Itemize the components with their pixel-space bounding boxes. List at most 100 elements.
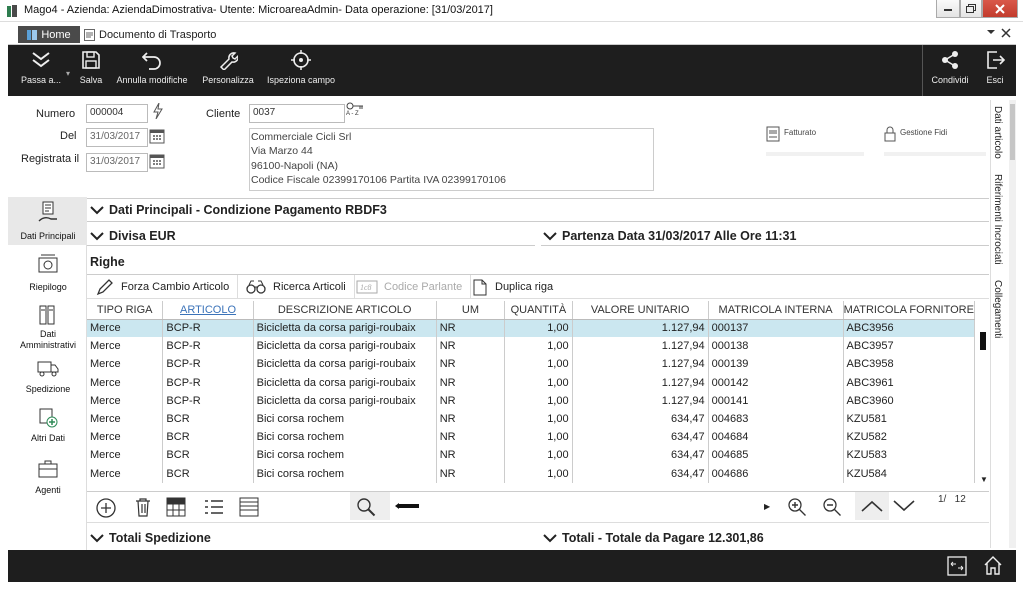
nav-agenti[interactable]: Agenti (13, 459, 83, 495)
table-cell[interactable]: NR (436, 319, 506, 338)
scroll-right-icon[interactable]: ▶ (764, 502, 770, 511)
table-cell[interactable]: Merce (87, 464, 164, 483)
section-dati-principali[interactable]: Dati Principali - Condizione Pagamento R… (90, 203, 387, 217)
table-cell[interactable]: 634,47 (572, 446, 709, 465)
gestione-fidi-button[interactable]: Gestione Fidi (884, 126, 986, 156)
table-row[interactable]: Merce BCP-R Bicicletta da corsa parigi-rou… (87, 355, 976, 374)
table-cell[interactable]: BCP-R (162, 391, 254, 410)
table-cell[interactable]: 000141 (708, 391, 844, 410)
del-date-field[interactable]: 31/03/2017 (86, 128, 148, 147)
section-partenza[interactable]: Partenza Data 31/03/2017 Alle Ore 11:31 (543, 229, 796, 243)
table-cell[interactable]: 1,00 (504, 464, 573, 483)
fatturato-button[interactable]: Fatturato (766, 126, 864, 156)
col-header[interactable]: QUANTITÀ (504, 301, 573, 320)
numero-field[interactable]: 000004 (86, 104, 148, 123)
nav-riepilogo[interactable]: Riepilogo (13, 254, 83, 292)
forza-cambio-button[interactable]: Forza Cambio Articolo (87, 275, 239, 299)
table-cell[interactable]: 004685 (708, 446, 844, 465)
trash-icon[interactable] (134, 497, 152, 517)
table-cell[interactable]: Bici corsa rochem (253, 446, 437, 465)
duplica-riga-button[interactable]: Duplica riga (463, 275, 561, 299)
col-header[interactable]: VALORE UNITARIO (572, 301, 709, 320)
share-button[interactable]: Condividi (928, 45, 972, 96)
table-cell[interactable]: Bicicletta da corsa parigi-roubaix (253, 355, 437, 374)
nav-dati-amministrativi[interactable]: Dati Amministrativi (13, 304, 83, 351)
inspect-field-button[interactable]: Ispeziona campo (264, 45, 338, 96)
home-icon[interactable] (983, 555, 1003, 575)
zoom-in-icon[interactable] (787, 497, 807, 517)
table-cell[interactable]: KZU581 (843, 409, 976, 429)
table-cell[interactable]: NR (436, 446, 506, 465)
table-row[interactable]: Merce BCR Bici corsa rochem NR 1,00 634,47 004… (87, 409, 976, 429)
tab-dropdown-icon[interactable] (986, 28, 996, 36)
table-cell[interactable]: Merce (87, 391, 164, 410)
table-cell[interactable]: 634,47 (572, 409, 709, 429)
lightning-icon[interactable] (153, 103, 163, 119)
table-cell[interactable]: BCP-R (162, 355, 254, 374)
table-cell[interactable]: BCR (162, 428, 254, 447)
table-cell[interactable]: Bicicletta da corsa parigi-roubaix (253, 373, 437, 392)
table-cell[interactable]: 000137 (708, 319, 844, 338)
table-cell[interactable]: Bicicletta da corsa parigi-roubaix (253, 391, 437, 410)
table-cell[interactable]: Bicicletta da corsa parigi-roubaix (253, 319, 437, 338)
table-cell[interactable]: BCR (162, 446, 254, 465)
table-cell[interactable]: KZU584 (843, 464, 976, 483)
table-cell[interactable]: 1,00 (504, 373, 573, 392)
registrata-date-field[interactable]: 31/03/2017 (86, 153, 148, 172)
key-search-button[interactable]: A - Z (346, 102, 364, 117)
table-cell[interactable]: 1,00 (504, 428, 573, 447)
list-view-icon[interactable] (203, 497, 225, 517)
table-cell[interactable]: Merce (87, 428, 164, 447)
table-row[interactable]: Merce BCP-R Bicicletta da corsa parigi-rou… (87, 391, 976, 410)
table-cell[interactable]: NR (436, 428, 506, 447)
table-cell[interactable]: 1.127,94 (572, 373, 709, 392)
section-totali-spedizione[interactable]: Totali Spedizione (90, 531, 211, 545)
col-header-articolo[interactable]: ARTICOLO (162, 301, 254, 320)
table-view-icon[interactable] (239, 497, 259, 517)
table-cell[interactable]: ABC3957 (843, 337, 976, 356)
table-cell[interactable]: Merce (87, 337, 164, 356)
table-cell[interactable]: Merce (87, 409, 164, 429)
table-cell[interactable]: Bicicletta da corsa parigi-roubaix (253, 337, 437, 356)
tab-home[interactable]: Home (18, 26, 80, 43)
table-cell[interactable]: ABC3960 (843, 391, 976, 410)
close-window-button[interactable] (982, 0, 1018, 18)
col-header[interactable]: MATRICOLA INTERNA (708, 301, 844, 320)
horizontal-scrollbar[interactable] (395, 503, 419, 509)
table-cell[interactable]: 000142 (708, 373, 844, 392)
table-cell[interactable]: Bici corsa rochem (253, 464, 437, 483)
scroll-down-icon[interactable]: ▼ (980, 475, 988, 484)
table-cell[interactable]: 000139 (708, 355, 844, 374)
restore-button[interactable] (960, 0, 982, 18)
table-row[interactable]: Merce BCR Bici corsa rochem NR 1,00 634,47 004… (87, 446, 976, 465)
table-cell[interactable]: NR (436, 391, 506, 410)
tab-collegamenti[interactable]: Collegamenti (992, 280, 1003, 338)
table-cell[interactable]: NR (436, 355, 506, 374)
cliente-field[interactable]: 0037 (249, 104, 345, 123)
minimize-button[interactable] (936, 0, 960, 18)
table-cell[interactable]: NR (436, 337, 506, 356)
table-cell[interactable]: 1,00 (504, 337, 573, 356)
passa-a-button[interactable]: Passa a... (16, 45, 66, 96)
table-cell[interactable]: NR (436, 373, 506, 392)
table-cell[interactable]: Merce (87, 373, 164, 392)
table-cell[interactable]: 004686 (708, 464, 844, 483)
customize-button[interactable]: Personalizza (198, 45, 258, 96)
table-cell[interactable]: 1.127,94 (572, 319, 709, 338)
vertical-scrollbar[interactable] (1009, 100, 1016, 548)
exit-button[interactable]: Esci (980, 45, 1010, 96)
table-row[interactable]: Merce BCP-R Bicicletta da corsa parigi-rou… (87, 319, 976, 338)
section-totali[interactable]: Totali - Totale da Pagare 12.301,86 (543, 531, 764, 545)
chevron-up-icon[interactable] (861, 500, 883, 512)
table-cell[interactable]: NR (436, 409, 506, 429)
table-cell[interactable]: BCR (162, 464, 254, 483)
table-cell[interactable]: Bici corsa rochem (253, 409, 437, 429)
table-row[interactable]: Merce BCP-R Bicicletta da corsa parigi-rou… (87, 373, 976, 392)
table-cell[interactable]: 1.127,94 (572, 391, 709, 410)
table-cell[interactable]: 004684 (708, 428, 844, 447)
scrollbar-thumb[interactable] (1010, 104, 1015, 160)
col-header[interactable]: MATRICOLA FORNITORE (843, 301, 976, 320)
table-cell[interactable]: ABC3961 (843, 373, 976, 392)
table-cell[interactable]: KZU583 (843, 446, 976, 465)
table-cell[interactable]: 634,47 (572, 428, 709, 447)
